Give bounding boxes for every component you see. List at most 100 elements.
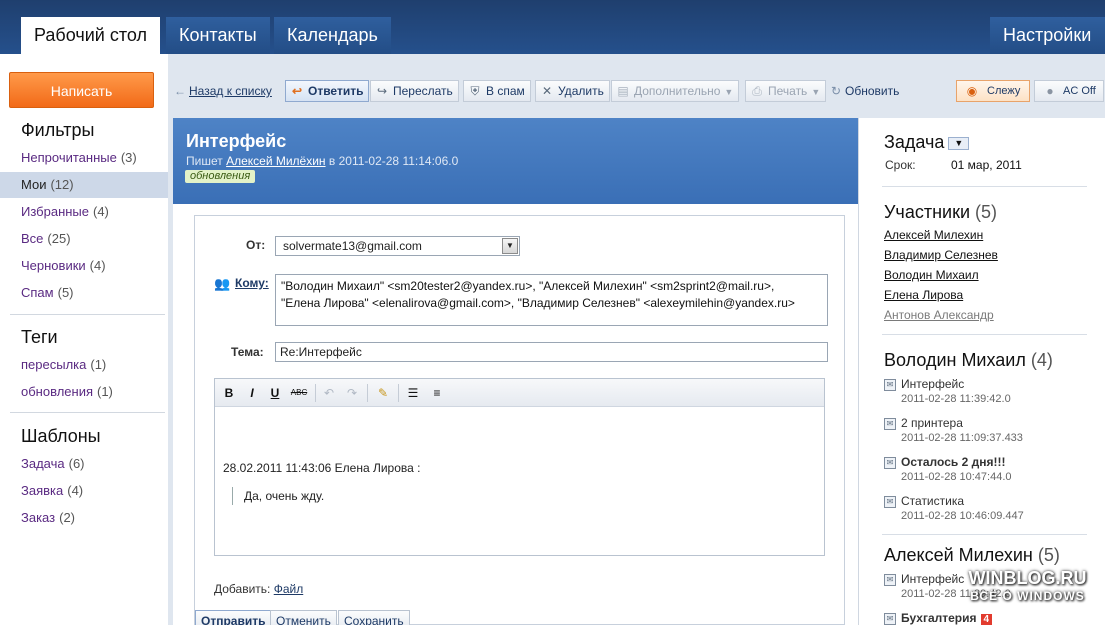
tag-badge[interactable]: обновления: [185, 170, 256, 183]
cancel-button[interactable]: Отменить: [270, 610, 337, 625]
to-field[interactable]: "Володин Михаил" <sm20tester2@yandex.ru>…: [275, 274, 828, 326]
tab-settings[interactable]: Настройки: [990, 17, 1105, 54]
group2-count: (5): [1037, 545, 1060, 565]
group1-count: (4): [1030, 350, 1053, 370]
back-to-list-link[interactable]: ← Назад к списку: [170, 80, 278, 102]
ac-label: AC Off: [1063, 85, 1096, 97]
meta-date: в 2011-02-28 11:14:06.0: [328, 154, 459, 168]
italic-button[interactable]: I: [244, 385, 260, 401]
divider: [315, 384, 316, 402]
sidebar-item-favorites[interactable]: Избранные (4): [0, 199, 168, 225]
back-label: Назад к списку: [189, 84, 272, 98]
sidebar-item-spam[interactable]: Спам (5): [0, 280, 168, 306]
participant-link[interactable]: Елена Лирова: [884, 288, 963, 302]
spam-button[interactable]: ⛨ В спам: [463, 80, 531, 102]
clear-format-icon[interactable]: ✎: [375, 385, 391, 401]
save-button[interactable]: Сохранить: [338, 610, 410, 625]
sidebar-item-template-request[interactable]: Заявка (4): [0, 478, 168, 504]
sidebar-item-count: (3): [120, 150, 137, 165]
underline-button[interactable]: U: [267, 385, 283, 401]
sidebar-item-label: Заявка: [21, 483, 64, 498]
thread-item[interactable]: ✉ Интерфейс 2011-02-28 11:39:42.0: [884, 377, 1094, 413]
tab-calendar[interactable]: Календарь: [274, 17, 391, 54]
send-button[interactable]: Отправить: [195, 610, 272, 625]
thread-item[interactable]: ✉ Осталось 2 дня!!! 2011-02-28 10:47:44.…: [884, 455, 1094, 491]
chevron-down-icon[interactable]: ▼: [502, 238, 518, 254]
chevron-down-icon[interactable]: ▼: [948, 136, 970, 150]
tags-heading: Теги: [21, 327, 58, 347]
undo-icon[interactable]: ↶: [321, 385, 337, 401]
printer-icon: ⎙: [752, 84, 762, 98]
thread-title: Статистика: [901, 494, 965, 508]
delete-button[interactable]: ✕ Удалить: [535, 80, 610, 102]
sidebar-item-all[interactable]: Все (25): [0, 226, 168, 252]
message-icon: ✉: [884, 496, 896, 508]
reply-button[interactable]: ↩ Ответить: [285, 80, 370, 102]
print-button[interactable]: ⎙ Печать ▼: [745, 80, 827, 102]
more-button[interactable]: ▤ Дополнительно ▼: [611, 80, 740, 102]
sidebar-item-tag-forward[interactable]: пересылка (1): [0, 352, 168, 378]
message-editor[interactable]: B I U ABC ↶ ↷ ✎ ☰ ≡ 28.02.2011 11:43:06 …: [214, 378, 825, 556]
message-panel: Интерфейс Пишет Алексей Милёхин в 2011-0…: [173, 118, 858, 625]
sidebar-item-label: пересылка: [21, 357, 87, 372]
sidebar-item-count: (1): [97, 384, 113, 399]
participant-link[interactable]: Антонов Александр: [884, 308, 994, 322]
participant-link[interactable]: Владимир Селезнев: [884, 248, 998, 262]
message-meta: Пишет Алексей Милёхин в 2011-02-28 11:14…: [186, 154, 458, 168]
numbered-list-icon[interactable]: ≡: [429, 385, 445, 401]
refresh-button[interactable]: ↻ Обновить: [826, 80, 905, 102]
sidebar-item-label: Непрочитанные: [21, 150, 117, 165]
more-icon: ▤: [617, 84, 629, 98]
sidebar-item-count: (1): [90, 357, 107, 372]
ac-toggle-button[interactable]: ● AC Off: [1034, 80, 1104, 102]
sidebar-item-count: (2): [59, 510, 75, 525]
watch-button[interactable]: ◉ Слежу: [956, 80, 1030, 102]
forward-button[interactable]: ↪ Переслать: [370, 80, 459, 102]
from-select[interactable]: solvermate13@gmail.com ▼: [275, 236, 520, 256]
participant-link[interactable]: Алексей Милехин: [884, 228, 983, 242]
message-icon: ✉: [884, 574, 896, 586]
sidebar-item-count: (4): [93, 204, 109, 219]
tab-contacts[interactable]: Контакты: [166, 17, 270, 54]
sidebar-item-drafts[interactable]: Черновики (4): [0, 253, 168, 279]
participants-heading: Участники (5): [884, 202, 997, 223]
thread-title-text: Бухгалтерия: [901, 611, 977, 625]
to-line: "Володин Михаил" <sm20tester2@yandex.ru>…: [281, 279, 775, 293]
participants-count: (5): [975, 202, 998, 222]
strikethrough-button[interactable]: ABC: [289, 385, 309, 401]
task-title: Задача: [884, 132, 945, 152]
chevron-down-icon: ▼: [811, 87, 821, 97]
redo-icon[interactable]: ↷: [344, 385, 360, 401]
subject-label: Тема:: [231, 345, 264, 359]
compose-button[interactable]: Написать: [9, 72, 154, 108]
group1-title: Володин Михаил: [884, 350, 1026, 370]
sidebar-item-template-task[interactable]: Задача (6): [0, 451, 168, 477]
message-icon: ✉: [884, 379, 896, 391]
subject-input[interactable]: Re:Интерфейс: [275, 342, 828, 362]
bullet-list-icon[interactable]: ☰: [405, 385, 421, 401]
sidebar-item-template-order[interactable]: Заказ (2): [0, 505, 168, 531]
sidebar-item-unread[interactable]: Непрочитанные (3): [0, 145, 168, 171]
thread-title: Бухгалтерия 4: [901, 611, 993, 625]
back-arrow-icon: ←: [174, 84, 186, 98]
thread-item[interactable]: ✉ Бухгалтерия 4: [884, 611, 1094, 625]
bold-button[interactable]: B: [221, 385, 237, 401]
reply-form: От: solvermate13@gmail.com ▼ 👥 Кому: "Во…: [194, 215, 845, 625]
sidebar-item-tag-updates[interactable]: обновления (1): [0, 379, 168, 405]
participant-link[interactable]: Володин Михаил: [884, 268, 979, 282]
divider: [10, 412, 165, 413]
to-link[interactable]: Кому:: [235, 276, 269, 290]
delete-label: Удалить: [558, 84, 604, 98]
message-header: Интерфейс Пишет Алексей Милёхин в 2011-0…: [173, 118, 858, 204]
thread-item[interactable]: ✉ Статистика 2011-02-28 10:46:09.447: [884, 494, 1094, 530]
tab-desktop[interactable]: Рабочий стол: [21, 17, 160, 54]
sidebar-item-count: (4): [89, 258, 106, 273]
thread-title: 2 принтера: [901, 416, 963, 430]
author-link[interactable]: Алексей Милёхин: [226, 154, 325, 168]
message-icon: ✉: [884, 457, 896, 469]
thread-item[interactable]: ✉ 2 принтера 2011-02-28 11:09:37.433: [884, 416, 1094, 452]
thread-title: Интерфейс: [901, 377, 965, 391]
attach-file-link[interactable]: Файл: [274, 582, 304, 596]
sidebar-item-mine[interactable]: Мои (12): [0, 172, 168, 198]
to-line: "Елена Лирова" <elenalirova@gmail.com>, …: [281, 296, 795, 310]
